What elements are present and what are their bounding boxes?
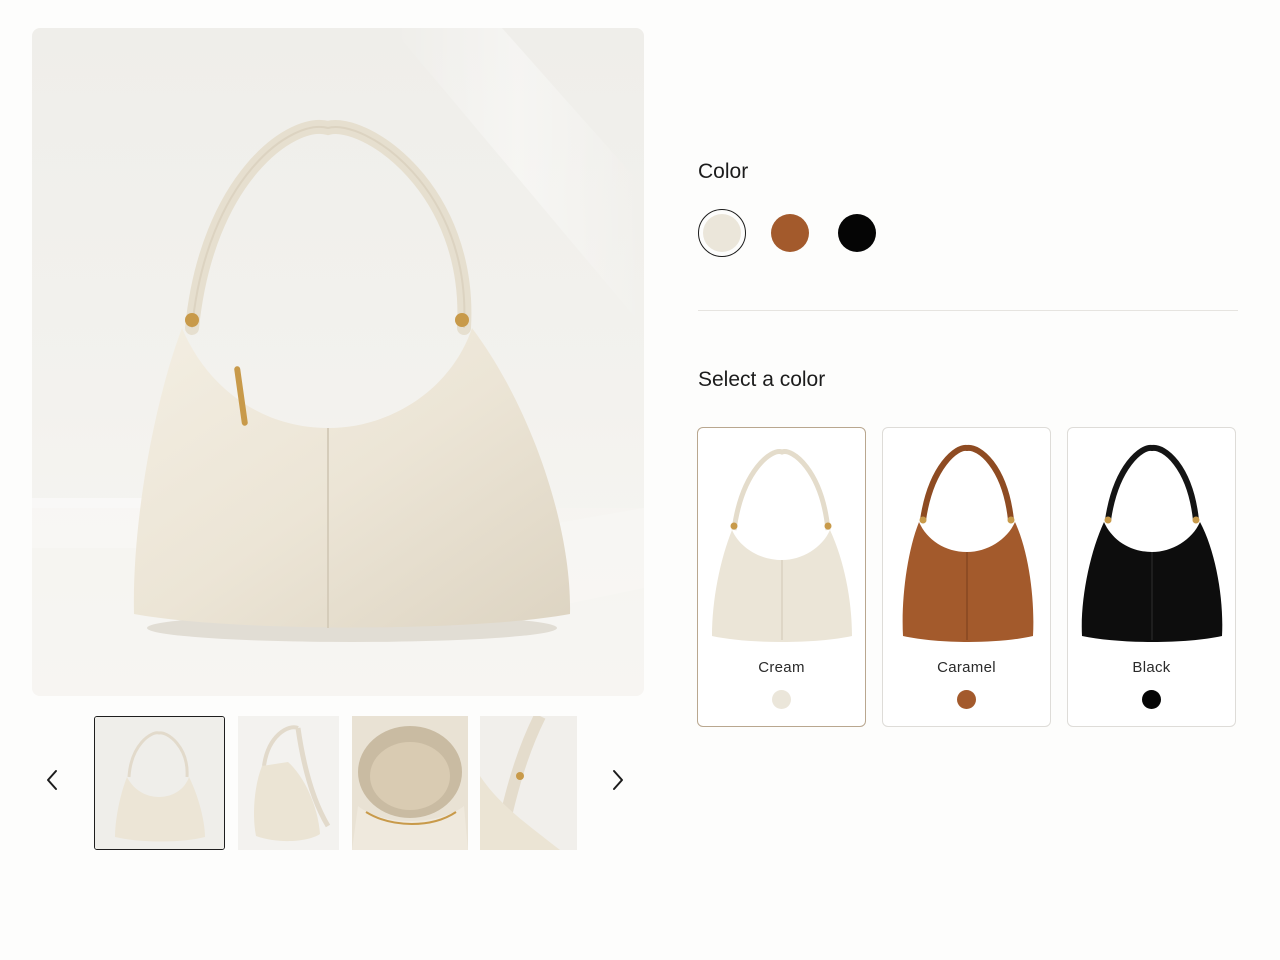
swatch-cream[interactable]	[698, 209, 746, 257]
card-label: Cream	[758, 659, 805, 676]
card-swatch-dot	[772, 690, 791, 709]
chevron-right-icon	[613, 770, 623, 790]
card-swatch-dot	[1142, 690, 1161, 709]
thumbnail-front[interactable]	[94, 716, 225, 850]
bag-image-caramel	[902, 444, 1034, 642]
thumbnail-strap-detail[interactable]	[480, 716, 577, 850]
chevron-left-icon	[47, 770, 57, 790]
swatch-black[interactable]	[833, 209, 881, 257]
section-divider	[698, 310, 1238, 311]
thumbnail-interior[interactable]	[352, 716, 468, 850]
thumbnail-strip	[32, 716, 644, 850]
color-card-caramel[interactable]: Caramel	[882, 427, 1051, 727]
gallery-prev-button[interactable]	[32, 760, 72, 800]
swatch-caramel[interactable]	[766, 209, 814, 257]
bag-image-black	[1081, 444, 1223, 642]
bag-image-cream	[712, 449, 852, 642]
card-swatch-dot	[957, 690, 976, 709]
card-label: Black	[1132, 659, 1171, 676]
swatch-dot	[838, 214, 876, 252]
color-card-cream[interactable]: Cream	[697, 427, 866, 727]
main-product-image	[32, 28, 644, 696]
select-color-heading: Select a color	[698, 368, 826, 391]
color-card-black[interactable]: Black	[1067, 427, 1236, 727]
thumbnail-side[interactable]	[238, 716, 339, 850]
card-label: Caramel	[937, 659, 996, 676]
swatch-dot	[771, 214, 809, 252]
swatch-dot	[703, 214, 741, 252]
gallery-next-button[interactable]	[598, 760, 638, 800]
color-label: Color	[698, 160, 749, 183]
